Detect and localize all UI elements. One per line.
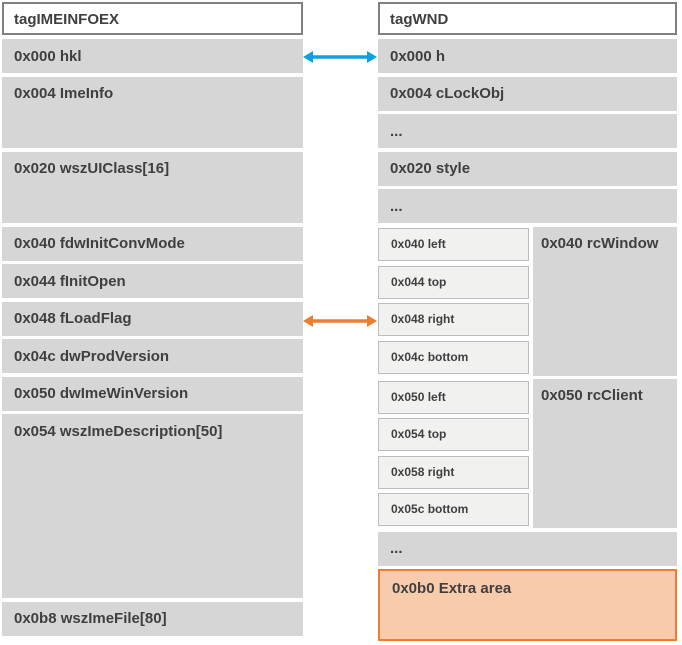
struct-imeinfoex: tagIMEINFOEX 0x000 hkl 0x004 ImeInfo0x020… [2,2,303,639]
field-row: 0x020 style [378,152,677,186]
rect-subfields: 0x050 left 0x054 top 0x058 right 0x05c bott… [378,381,529,531]
field-row: 0x020 wszUIClass[16] [2,152,303,224]
field-row: 0x000 hkl [2,39,303,73]
rect-group: 0x050 left 0x054 top 0x058 right 0x05c bott… [378,379,677,528]
rect-group-label: 0x040 rcWindow [533,227,677,376]
rect-subfield-row: 0x044 top [378,266,529,299]
field-row: 0x004 ImeInfo [2,77,303,149]
field-row: 0x000 h [378,39,677,73]
struct-layout-diagram: tagIMEINFOEX 0x000 hkl0x004 ImeInfo0x020… [0,0,682,645]
field-row: 0x044 fInitOpen [2,264,303,298]
rect-group-label: 0x050 rcClient [533,379,677,528]
double-arrow-icon-0x048 [302,310,378,332]
field-row: ... [378,189,677,223]
extra-area-row: 0x0b0 Extra area [378,569,677,641]
field-row: ... [378,532,677,566]
wnd-rows: 0x000 h0x004 cLockObj...0x020 style...0x… [378,39,677,641]
rect-subfields: 0x040 left 0x044 top 0x048 right 0x04c bott… [378,228,529,378]
field-row: 0x048 fLoadFlag [2,302,303,336]
field-row: 0x04c dwProdVersion [2,339,303,373]
rect-subfield-row: 0x058 right [378,456,529,489]
rect-subfield-row: 0x05c bottom [378,493,529,526]
struct-wnd: tagWND 0x000 h0x004 cLockObj...0x020 sty… [378,2,677,645]
rect-subfield-row: 0x04c bottom [378,341,529,374]
rect-subfield-row: 0x040 left [378,228,529,261]
field-row: 0x050 dwImeWinVersion [2,377,303,411]
field-row: 0x040 fdwInitConvMode [2,227,303,261]
field-row: 0x0b8 wszImeFile[80] [2,602,303,636]
rect-subfield-row: 0x048 right [378,303,529,336]
rect-group: 0x040 left 0x044 top 0x048 right 0x04c bott… [378,227,677,376]
imeinfoex-rows: 0x000 hkl 0x004 ImeInfo0x020 wszUIClass[1… [2,39,303,636]
rect-subfield-row: 0x050 left [378,381,529,414]
field-row: 0x054 wszImeDescription[50] [2,414,303,598]
struct-wnd-title: tagWND [378,2,677,35]
rect-subfield-row: 0x054 top [378,418,529,451]
field-row: 0x004 cLockObj [378,77,677,111]
struct-imeinfoex-title: tagIMEINFOEX [2,2,303,35]
field-row: ... [378,114,677,148]
double-arrow-icon-0x000 [302,46,378,68]
